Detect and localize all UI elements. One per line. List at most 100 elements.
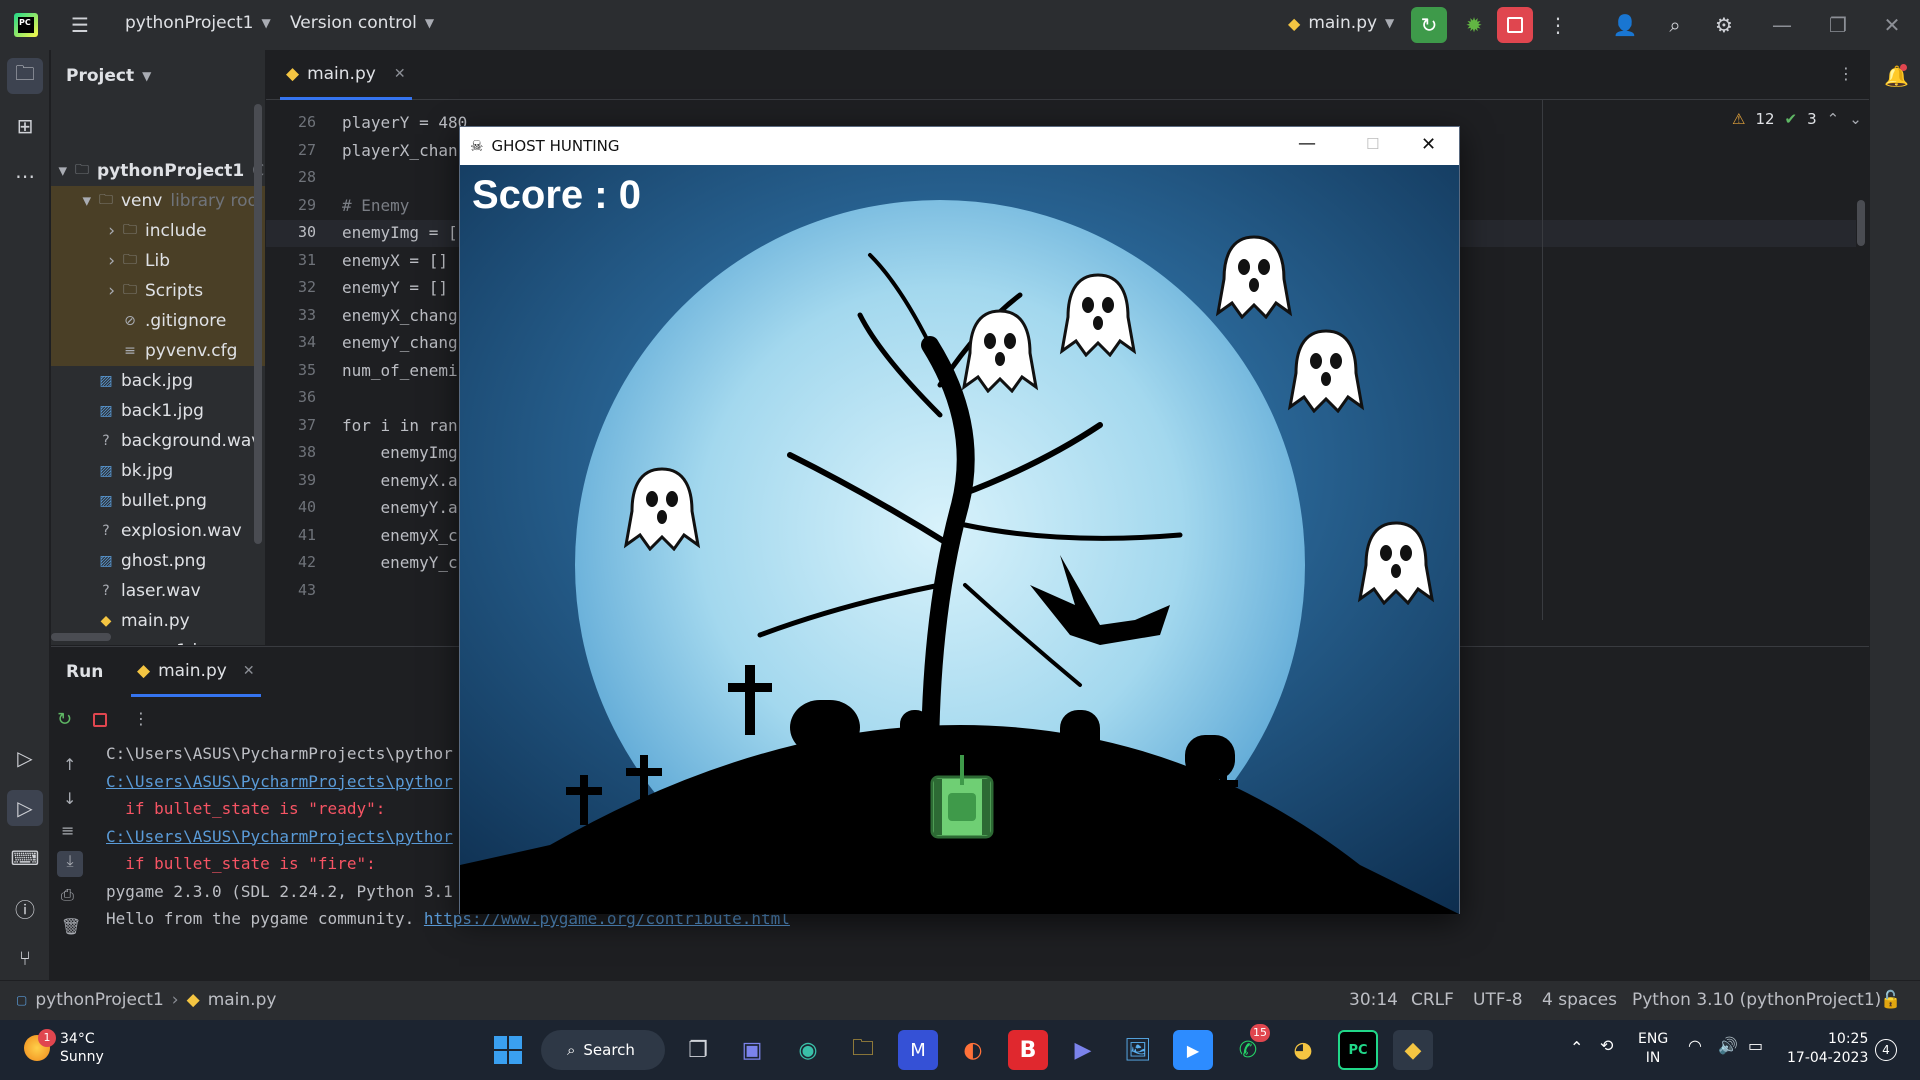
tree-item[interactable]: › 🗀 Scripts xyxy=(51,276,265,306)
console-text[interactable]: C:\Users\ASUS\PycharmProjects\pythor xyxy=(106,772,453,791)
teams-chat-icon[interactable]: ▣ xyxy=(732,1030,772,1070)
game-maximize-button[interactable]: ☐ xyxy=(1366,135,1379,153)
line-separator[interactable]: CRLF xyxy=(1411,990,1454,1010)
volume-icon[interactable]: 🔊 xyxy=(1718,1036,1738,1055)
close-icon[interactable]: ✕ xyxy=(243,663,255,679)
ms-store-icon[interactable]: M xyxy=(898,1030,938,1070)
tree-item[interactable]: ▨ ghost.png xyxy=(51,546,265,576)
tree-item[interactable]: ▨ back1.jpg xyxy=(51,396,265,426)
add-user-icon[interactable]: 👤 xyxy=(1607,7,1643,43)
print-icon[interactable]: ⎙ xyxy=(61,885,74,905)
tree-item[interactable]: ⊘ .gitignore xyxy=(51,306,265,336)
scroll-down-icon[interactable]: ↓ xyxy=(63,789,76,808)
console-text[interactable]: C:\Users\ASUS\PycharmProjects\pythor xyxy=(106,827,453,846)
whatsapp-icon[interactable]: ✆ 15 xyxy=(1228,1024,1270,1070)
debug-button[interactable]: ✹ xyxy=(1456,7,1492,43)
restore-button[interactable]: ❐ xyxy=(1820,7,1856,43)
tree-hscrollbar[interactable] xyxy=(51,633,111,641)
tree-item[interactable]: ▾ 🗀 venv library roo xyxy=(51,186,265,216)
project-pane-header[interactable]: Project ▼ xyxy=(66,66,151,86)
stop-icon[interactable] xyxy=(93,713,107,727)
brave-icon[interactable]: B xyxy=(1008,1030,1048,1070)
git-branch-icon[interactable]: ⑂ xyxy=(7,940,43,976)
game-minimize-button[interactable]: — xyxy=(1298,133,1316,154)
expand-chevron-icon[interactable]: ▾ xyxy=(51,161,73,181)
terminal-icon[interactable]: ⌨ xyxy=(7,840,43,876)
scroll-to-end-icon[interactable]: ⤓ xyxy=(57,851,83,877)
main-menu-icon[interactable]: ☰ xyxy=(62,7,98,43)
run-tab-main[interactable]: ◆ main.py ✕ xyxy=(131,647,261,697)
file-explorer-icon[interactable]: 🗀 xyxy=(843,1030,883,1070)
pycharm-logo-icon[interactable]: PC xyxy=(14,13,38,37)
stop-button[interactable] xyxy=(1497,7,1533,43)
game-titlebar[interactable]: ☠ GHOST HUNTING — ☐ ✕ xyxy=(460,127,1459,165)
edge-browser-icon[interactable]: ◉ xyxy=(788,1030,828,1070)
python-interpreter[interactable]: Python 3.10 (pythonProject1) xyxy=(1632,990,1881,1010)
notification-count-badge[interactable]: 4 xyxy=(1875,1039,1897,1061)
trash-icon[interactable]: 🗑 xyxy=(61,917,81,936)
task-view-icon[interactable]: ❐ xyxy=(678,1030,718,1070)
lock-icon[interactable]: 🔓 xyxy=(1880,990,1901,1010)
tree-item[interactable]: ? background.wav xyxy=(51,426,265,456)
tree-item[interactable]: ? laser.wav xyxy=(51,576,265,606)
caret-position[interactable]: 30:14 xyxy=(1349,990,1398,1010)
minimize-button[interactable]: — xyxy=(1764,7,1800,43)
structure-icon[interactable]: ⊞ xyxy=(7,108,43,144)
chrome-icon[interactable]: ◕ xyxy=(1283,1030,1323,1070)
project-switcher[interactable]: pythonProject1 ▼ xyxy=(125,13,271,33)
scroll-up-icon[interactable]: ↑ xyxy=(63,755,76,774)
battery-icon[interactable]: ▭ xyxy=(1748,1036,1763,1055)
settings-gear-icon[interactable]: ⚙ xyxy=(1706,7,1742,43)
inspection-widget[interactable]: ⚠ 12 ✔ 3 ⌃ ⌄ xyxy=(1732,110,1862,128)
expand-chevron-icon[interactable]: › xyxy=(51,251,121,271)
photos-icon[interactable]: 🖼 xyxy=(1118,1030,1158,1070)
breadcrumb-project[interactable]: pythonProject1 xyxy=(35,990,163,1010)
services-icon[interactable]: ▷ xyxy=(7,740,43,776)
wifi-icon[interactable]: ◠ xyxy=(1688,1036,1702,1055)
rerun-button[interactable]: ↻ xyxy=(1411,7,1447,43)
python-taskbar-icon[interactable]: ◆ xyxy=(1393,1030,1433,1070)
tree-item[interactable]: ▾🗀pythonProject1C xyxy=(51,156,265,186)
vcs-menu[interactable]: Version control ▼ xyxy=(290,13,434,33)
search-icon[interactable]: ⌕ xyxy=(1657,7,1693,43)
sync-icon[interactable]: ⟲ xyxy=(1600,1036,1613,1055)
file-encoding[interactable]: UTF-8 xyxy=(1473,990,1523,1010)
more-options-icon[interactable]: ⋮ xyxy=(133,709,149,728)
firefox-icon[interactable]: ◐ xyxy=(953,1030,993,1070)
language-indicator[interactable]: ENG IN xyxy=(1638,1030,1668,1068)
tree-item[interactable]: ▨ bk.jpg xyxy=(51,456,265,486)
chevron-down-icon[interactable]: ⌄ xyxy=(1849,110,1862,128)
game-close-button[interactable]: ✕ xyxy=(1421,134,1436,155)
editor-scrollbar[interactable] xyxy=(1857,200,1865,246)
clock[interactable]: 10:25 17-04-2023 xyxy=(1787,1030,1868,1068)
expand-chevron-icon[interactable]: ▾ xyxy=(51,191,97,211)
project-folder-icon[interactable]: 🗀 xyxy=(7,58,43,94)
media-player-icon[interactable]: ▶ xyxy=(1063,1030,1103,1070)
editor-options-icon[interactable]: ⋮ xyxy=(1838,64,1854,83)
tree-item[interactable]: ▨ back.jpg xyxy=(51,366,265,396)
tree-item[interactable]: ▨ bullet.png xyxy=(51,486,265,516)
tree-item[interactable]: › 🗀 Lib xyxy=(51,246,265,276)
more-actions-icon[interactable]: ⋮ xyxy=(1540,7,1576,43)
soft-wrap-icon[interactable]: ≡ xyxy=(61,821,74,840)
tree-item[interactable]: ◆ main.py xyxy=(51,606,265,636)
problems-icon[interactable]: ⓘ xyxy=(7,890,43,926)
more-tools-icon[interactable]: ⋯ xyxy=(7,158,43,194)
game-window[interactable]: ☠ GHOST HUNTING — ☐ ✕ Score: 0 xyxy=(459,126,1460,914)
tree-item[interactable]: ? explosion.wav xyxy=(51,516,265,546)
tray-chevron-up-icon[interactable]: ⌃ xyxy=(1570,1038,1583,1057)
chevron-up-icon[interactable]: ⌃ xyxy=(1827,110,1840,128)
close-button[interactable]: ✕ xyxy=(1874,7,1910,43)
breadcrumb-file[interactable]: main.py xyxy=(208,990,277,1010)
indent-setting[interactable]: 4 spaces xyxy=(1542,990,1617,1010)
zoom-icon[interactable]: ▶ xyxy=(1173,1030,1213,1070)
run-tool-icon[interactable]: ▷ xyxy=(7,790,43,826)
tree-item[interactable]: ≡ pyvenv.cfg xyxy=(51,336,265,366)
notifications-bell-icon[interactable]: 🔔 xyxy=(1884,64,1909,88)
weather-widget[interactable]: 1 34°C Sunny xyxy=(24,1029,104,1066)
taskbar-search[interactable]: ⌕ Search xyxy=(541,1030,665,1070)
rerun-icon[interactable]: ↻ xyxy=(57,709,72,730)
editor-tab-main[interactable]: ◆ main.py ✕ xyxy=(280,50,412,100)
run-config-selector[interactable]: ◆ main.py ▼ xyxy=(1288,13,1394,33)
expand-chevron-icon[interactable]: › xyxy=(51,281,121,301)
